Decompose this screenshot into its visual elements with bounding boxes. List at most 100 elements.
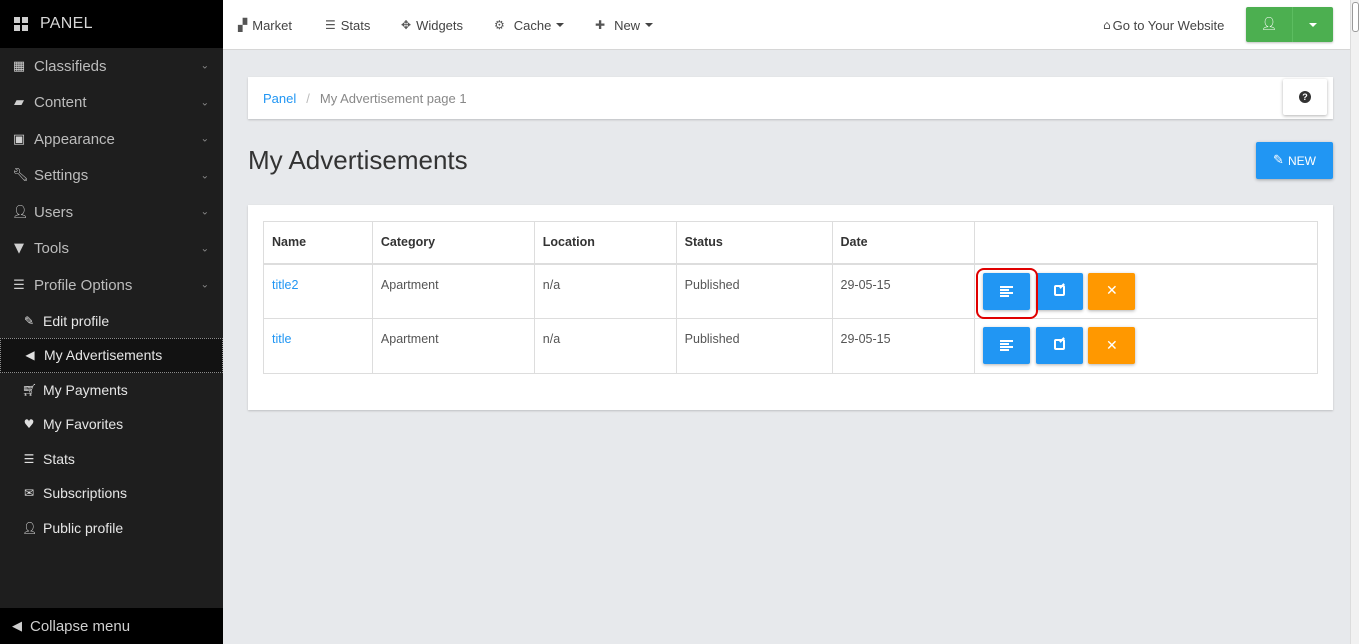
plus-icon: ✚ (595, 18, 606, 32)
page-scrollbar[interactable] (1350, 0, 1359, 644)
sidebar-item-label: Edit profile (43, 312, 110, 329)
nav-stats[interactable]: ☰ Stats (325, 0, 370, 50)
sidebar-item-classifieds[interactable]: ▦ Classifieds ⌄ (0, 48, 223, 85)
align-left-icon (1000, 340, 1014, 351)
th-icon: ▦ (12, 58, 26, 74)
sidebar-item-tools[interactable]: ▼ Tools ⌄ (0, 231, 223, 268)
ad-title-link[interactable]: title2 (272, 278, 298, 292)
column-header-name[interactable]: Name (263, 221, 373, 265)
sidebar-item-my-payments[interactable]: 🛒︎ My Payments (0, 373, 223, 408)
user-icon: 👤︎ (12, 204, 29, 220)
folder-open-icon: ▰ (14, 95, 24, 111)
sidebar-item-label: Users (34, 203, 74, 221)
table-header-row: Name Category Location Status Date (263, 221, 1318, 265)
column-header-status[interactable]: Status (675, 221, 833, 265)
delete-button[interactable]: ✕ (1088, 327, 1136, 364)
sidebar-item-settings[interactable]: 🔧︎ Settings ⌄ (0, 158, 223, 195)
cell-date: 29-05-15 (831, 318, 976, 374)
sidebar-menu: ▦ Classifieds ⌄ ▰ Content ⌄ ▣ Appearance… (0, 48, 223, 304)
sidebar-item-profile-options[interactable]: ☰ Profile Options ⌄ (0, 267, 223, 304)
cell-location: n/a (533, 263, 677, 319)
align-left-icon: ☰ (23, 451, 35, 466)
nav-cache-dropdown[interactable]: ⚙ Cache (494, 0, 565, 50)
nav-widgets-label: Widgets (416, 17, 464, 33)
cell-name: title (263, 318, 373, 374)
chevron-down-icon: ⌄ (200, 170, 209, 182)
sidebar-item-my-favorites[interactable]: ♥ My Favorites (0, 407, 223, 442)
nav-widgets[interactable]: ✥ Widgets (401, 0, 463, 50)
nav-new-dropdown[interactable]: ✚ New (595, 0, 654, 50)
help-button[interactable]: ? (1283, 79, 1327, 115)
edit-button[interactable] (1035, 272, 1083, 310)
sidebar-item-label: Subscriptions (43, 485, 128, 502)
top-navbar: ▞ Market ☰ Stats ✥ Widgets ⚙ Cache ✚ New… (223, 0, 1350, 50)
sidebar-item-subscriptions[interactable]: ✉ Subscriptions (0, 476, 223, 511)
cell-date: 29-05-15 (831, 263, 976, 319)
brand-label: PANEL (40, 15, 93, 32)
move-icon: ✥ (401, 18, 412, 32)
cart-icon: 🛒︎ (22, 382, 38, 397)
nav-cache-label: Cache (513, 17, 552, 33)
list-icon: ☰ (13, 277, 25, 293)
page-title: My Advertisements (248, 145, 468, 175)
breadcrumb-panel-link[interactable]: Panel (263, 91, 296, 106)
chevron-down-icon: ⌄ (200, 279, 209, 291)
sidebar-item-content[interactable]: ▰ Content ⌄ (0, 85, 223, 122)
picture-icon: ▣ (12, 131, 26, 147)
close-icon: ✕ (1105, 337, 1118, 354)
home-icon: ⌂ (1103, 18, 1111, 32)
breadcrumb: Panel / My Advertisement page 1 ? (248, 77, 1333, 119)
sidebar-item-label: Content (34, 94, 87, 112)
advertisements-panel: Name Category Location Status Date title… (248, 205, 1333, 410)
cell-category: Apartment (371, 263, 535, 319)
sidebar-item-label: My Advertisements (44, 347, 163, 364)
ad-title-link[interactable]: title (272, 332, 291, 346)
user-dropdown-toggle[interactable] (1293, 7, 1333, 42)
column-header-date[interactable]: Date (831, 221, 976, 265)
column-header-actions (974, 221, 1318, 265)
nav-go-to-website[interactable]: ⌂ Go to Your Website (1103, 0, 1224, 50)
caret-down-icon (556, 23, 565, 27)
sidebar-item-label: Profile Options (34, 276, 133, 294)
cell-status: Published (675, 263, 833, 319)
sidebar-item-label: Classifieds (34, 57, 107, 75)
sidebar-item-appearance[interactable]: ▣ Appearance ⌄ (0, 121, 223, 158)
column-header-category[interactable]: Category (371, 221, 535, 265)
new-advertisement-button[interactable]: ✎ NEW (1256, 142, 1333, 179)
sidebar-item-label: Tools (34, 240, 70, 258)
sidebar-item-users[interactable]: 👤︎ Users ⌄ (0, 194, 223, 231)
collapse-menu-button[interactable]: ◀ Collapse menu (0, 608, 223, 644)
view-stats-button[interactable] (983, 327, 1031, 364)
sidebar-item-label: Stats (43, 450, 75, 467)
align-left-icon: ☰ (325, 18, 336, 32)
edit-button[interactable] (1035, 327, 1083, 364)
sidebar-item-stats[interactable]: ☰ Stats (0, 442, 223, 477)
chevron-down-icon: ⌄ (200, 60, 209, 72)
sidebar-item-label: My Favorites (43, 416, 124, 433)
user-icon: 👤︎ (22, 520, 38, 535)
edit-icon (1053, 284, 1065, 296)
sidebar-item-public-profile[interactable]: 👤︎ Public profile (0, 511, 223, 546)
view-stats-button[interactable] (983, 272, 1031, 310)
chevron-down-icon: ⌄ (200, 133, 209, 145)
breadcrumb-current: My Advertisement page 1 (319, 90, 467, 106)
column-header-location[interactable]: Location (533, 221, 677, 265)
brand[interactable]: PANEL (0, 0, 223, 48)
caret-down-icon (645, 23, 654, 27)
scrollbar-thumb[interactable] (1352, 2, 1359, 32)
edit-icon: ✎ (23, 313, 35, 328)
sidebar-item-edit-profile[interactable]: ✎ Edit profile (0, 304, 223, 339)
user-menu-button[interactable]: 👤︎ (1246, 7, 1333, 42)
delete-button[interactable]: ✕ (1088, 272, 1136, 310)
filter-icon: ▼ (14, 241, 24, 257)
user-icon[interactable]: 👤︎ (1246, 7, 1293, 42)
sidebar-item-label: My Payments (43, 381, 128, 398)
chevron-down-icon: ⌄ (200, 243, 209, 255)
nav-market[interactable]: ▞ Market (238, 0, 292, 50)
wrench-icon: 🔧︎ (12, 168, 29, 184)
cell-name: title2 (263, 263, 373, 319)
nav-new-label: New (614, 17, 641, 33)
cell-category: Apartment (371, 318, 535, 374)
question-icon: ? (1299, 91, 1311, 103)
sidebar-item-my-advertisements[interactable]: ◀ My Advertisements (0, 338, 223, 373)
